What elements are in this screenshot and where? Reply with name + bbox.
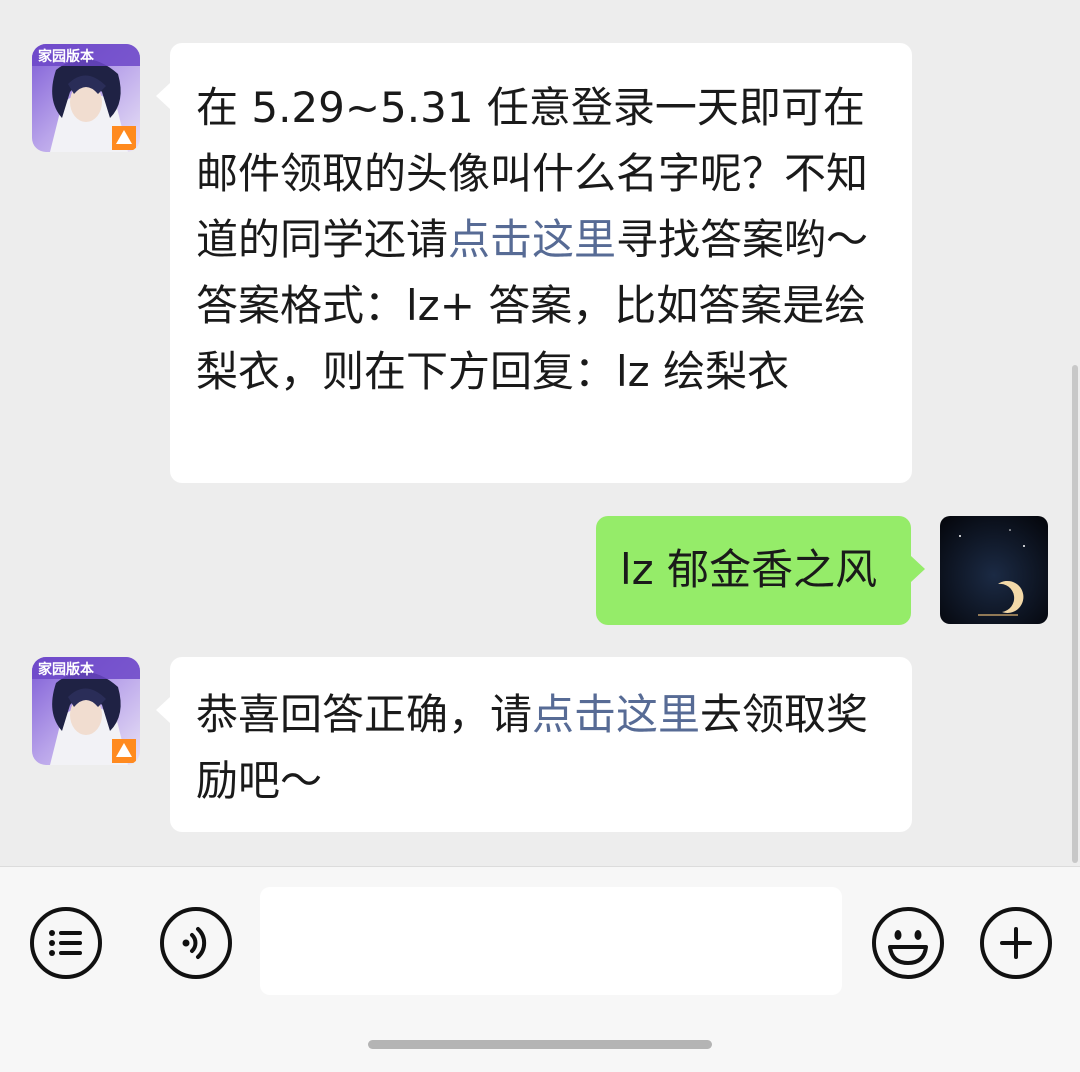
voice-icon — [160, 907, 232, 979]
voice-button[interactable] — [158, 905, 234, 981]
message-text-answer: lz 郁金香之风 — [620, 545, 878, 594]
bot-avatar[interactable]: 家园版本 — [32, 657, 140, 765]
game-character-avatar-image: 家园版本 — [32, 44, 140, 152]
svg-text:家园版本: 家园版本 — [38, 48, 95, 65]
message-input[interactable] — [260, 887, 842, 995]
emoji-button[interactable] — [870, 905, 946, 981]
chat-scrollbar[interactable] — [1072, 365, 1078, 863]
emoji-icon — [872, 907, 944, 979]
message-text-part: 恭喜回答正确，请 — [196, 690, 533, 739]
moon-night-avatar-image — [940, 516, 1048, 624]
more-button[interactable] — [978, 905, 1054, 981]
my-avatar[interactable] — [940, 516, 1048, 624]
menu-button[interactable] — [28, 905, 104, 981]
message-bubble-confirmation[interactable]: 恭喜回答正确，请点击这里去领取奖励吧～ — [156, 657, 912, 832]
message-bubble-question[interactable]: 在 5.29~5.31 任意登录一天即可在邮件领取的头像叫什么名字呢？不知道的同… — [156, 43, 912, 483]
message-text-part: 寻找答案哟～ — [616, 215, 869, 264]
click-here-link[interactable]: 点击这里 — [448, 215, 616, 264]
bot-avatar[interactable]: 家园版本 — [32, 44, 140, 152]
message-text-confirmation: 恭喜回答正确，请点击这里去领取奖励吧～ — [196, 682, 886, 814]
svg-text:家园版本: 家园版本 — [38, 661, 95, 678]
chat-area[interactable]: 家园版本 在 5.29~5.31 任意登录一天即可在邮件领取的头像叫什么名字呢？… — [0, 0, 1080, 866]
game-character-avatar-image: 家园版本 — [32, 657, 140, 765]
click-here-link[interactable]: 点击这里 — [532, 690, 700, 739]
list-menu-icon — [30, 907, 102, 979]
input-toolbar — [0, 866, 1080, 1072]
message-text-question: 在 5.29~5.31 任意登录一天即可在邮件领取的头像叫什么名字呢？不知道的同… — [196, 75, 886, 273]
plus-icon — [980, 907, 1052, 979]
answer-format-text: 答案格式：lz+ 答案，比如答案是绘梨衣，则在下方回复：lz 绘梨衣 — [196, 281, 867, 396]
home-indicator[interactable] — [368, 1040, 712, 1049]
message-bubble-answer[interactable]: lz 郁金香之风 — [596, 516, 925, 625]
